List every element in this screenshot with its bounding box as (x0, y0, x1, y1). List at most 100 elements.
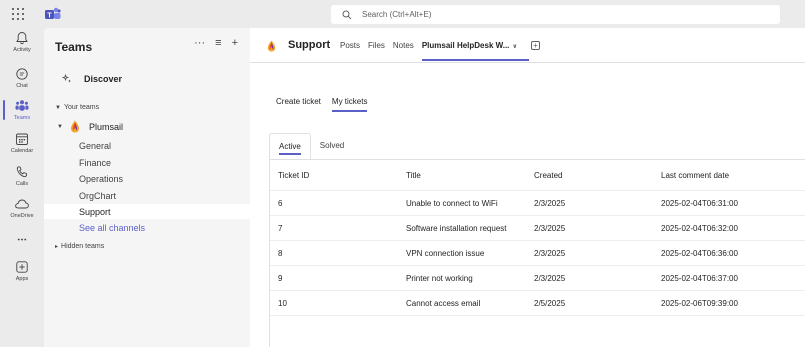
cell-created: 2/3/2025 (534, 249, 566, 258)
tab-active-label: Active (279, 142, 301, 155)
caret-down-icon: ▼ (57, 123, 63, 130)
channel-finance[interactable]: Finance (44, 155, 250, 170)
header-ticket-id[interactable]: Ticket ID (278, 171, 309, 180)
channel-operations[interactable]: Operations (44, 171, 250, 186)
app-launcher-icon[interactable] (11, 7, 25, 21)
table-row[interactable]: 6 Unable to connect to WiFi 2/3/2025 202… (270, 191, 805, 216)
cell-last-comment: 2025-02-04T06:32:00 (661, 224, 738, 233)
search-box[interactable]: Search (Ctrl+Alt+E) (331, 5, 780, 24)
cell-created: 2/3/2025 (534, 274, 566, 283)
cell-last-comment: 2025-02-06T09:39:00 (661, 299, 738, 308)
team-name: Plumsail (88, 121, 123, 132)
rail-label-onedrive: OneDrive (10, 213, 34, 219)
table-row[interactable]: 10 Cannot access email 2/5/2025 2025-02-… (270, 291, 805, 316)
chat-icon (16, 68, 28, 80)
channel-orgchart[interactable]: OrgChart (44, 188, 250, 203)
cell-last-comment: 2025-02-04T06:37:00 (661, 274, 738, 283)
channel-label: General (79, 140, 112, 151)
helpdesk-subtabs: Create ticket My tickets (276, 97, 367, 112)
more-options-icon[interactable]: ··· (194, 37, 205, 49)
channel-label: Operations (79, 173, 124, 184)
see-all-channels-link[interactable]: See all channels (44, 220, 250, 235)
tab-helpdesk-label: Plumsail HelpDesk W... (421, 41, 510, 50)
channel-label: Support (79, 206, 111, 217)
header-title[interactable]: Title (406, 171, 421, 180)
tab-solved-label: Solved (319, 141, 345, 150)
rail-item-chat[interactable]: Chat (0, 64, 44, 94)
chevron-down-icon: ∨ (512, 44, 518, 50)
cell-title: Software installation request (406, 224, 507, 233)
rail-label-chat: Chat (16, 83, 28, 89)
tickets-card: Active Solved Ticket ID Title Created La… (269, 133, 805, 347)
rail-item-onedrive[interactable]: OneDrive (0, 194, 44, 224)
svg-text:T: T (47, 13, 52, 20)
rail-item-more[interactable] (0, 230, 44, 246)
caret-right-icon: ▸ (55, 244, 59, 250)
rail-label-apps: Apps (15, 276, 29, 282)
tab-posts[interactable]: Posts (340, 41, 360, 50)
subtab-my-tickets[interactable]: My tickets (331, 97, 367, 112)
tickets-table: Ticket ID Title Created Last comment dat… (269, 159, 805, 347)
table-row[interactable]: 7 Software installation request 2/3/2025… (270, 216, 805, 241)
hidden-teams-label: Hidden teams (61, 243, 105, 250)
cell-title: Cannot access email (406, 299, 481, 308)
header-last-comment[interactable]: Last comment date (661, 171, 729, 180)
app-rail: Activity Chat Teams Calendar Calls OneDr… (0, 28, 44, 347)
header-created[interactable]: Created (534, 171, 562, 180)
rail-item-teams[interactable]: Teams (0, 96, 44, 126)
cell-title: Unable to connect to WiFi (406, 199, 498, 208)
channel-tabs: Posts Files Notes Plumsail HelpDesk W...… (340, 41, 530, 61)
rail-label-calls: Calls (15, 181, 29, 187)
add-icon[interactable]: + (232, 37, 238, 49)
rail-item-activity[interactable]: Activity (0, 28, 44, 58)
table-row[interactable]: 9 Printer not working 2/3/2025 2025-02-0… (270, 266, 805, 291)
panel-actions: ··· ≡ + (194, 37, 238, 49)
cell-ticket-id: 10 (278, 299, 287, 308)
hidden-teams-header[interactable]: ▸ Hidden teams (55, 243, 104, 250)
teams-icon (15, 100, 29, 111)
calendar-icon (16, 133, 28, 145)
add-app-icon (16, 261, 28, 273)
tab-files[interactable]: Files (368, 41, 385, 50)
sparkle-icon (62, 74, 71, 83)
plumsail-logo-icon (70, 120, 79, 133)
rail-item-apps[interactable]: Apps (0, 257, 44, 287)
channel-label: Finance (79, 157, 112, 168)
rail-item-calendar[interactable]: Calendar (0, 129, 44, 159)
subtab-create-ticket[interactable]: Create ticket (276, 97, 321, 112)
table-header: Ticket ID Title Created Last comment dat… (270, 160, 805, 191)
bell-icon (16, 32, 28, 45)
table-row[interactable]: 8 VPN connection issue 2/3/2025 2025-02-… (270, 241, 805, 266)
tab-notes[interactable]: Notes (393, 41, 414, 50)
channel-title: Support (288, 39, 331, 51)
search-placeholder: Search (Ctrl+Alt+E) (362, 10, 432, 19)
filter-icon[interactable]: ≡ (215, 37, 221, 49)
tab-solved[interactable]: Solved (311, 133, 353, 160)
main-content: Support Posts Files Notes Plumsail HelpD… (250, 28, 805, 347)
rail-label-teams: Teams (13, 115, 31, 121)
tab-active[interactable]: Active (269, 133, 311, 160)
cloud-icon (15, 199, 29, 209)
channel-support[interactable]: Support (44, 204, 250, 219)
add-tab-button[interactable]: + (531, 41, 540, 50)
channel-header: Support Posts Files Notes Plumsail HelpD… (250, 28, 805, 63)
cell-ticket-id: 9 (278, 274, 283, 283)
rail-item-calls[interactable]: Calls (0, 162, 44, 192)
teams-logo-icon: T (45, 7, 61, 20)
cell-created: 2/3/2025 (534, 224, 566, 233)
panel-title: Teams (55, 40, 93, 54)
channel-label: OrgChart (79, 190, 117, 201)
cell-ticket-id: 8 (278, 249, 283, 258)
cell-created: 2/3/2025 (534, 199, 566, 208)
tab-plumsail-helpdesk[interactable]: Plumsail HelpDesk W... ∨ (421, 41, 530, 61)
channel-general[interactable]: General (44, 138, 250, 153)
team-plumsail[interactable]: ▼ Plumsail (57, 120, 123, 133)
cell-ticket-id: 7 (278, 224, 283, 233)
your-teams-header[interactable]: ▼ Your teams (55, 104, 99, 111)
cell-last-comment: 2025-02-04T06:36:00 (661, 249, 738, 258)
discover-item[interactable]: Discover (62, 74, 122, 84)
your-teams-label: Your teams (63, 104, 100, 111)
rail-label-activity: Activity (13, 47, 31, 53)
plumsail-logo-icon (267, 40, 276, 52)
cell-ticket-id: 6 (278, 199, 283, 208)
